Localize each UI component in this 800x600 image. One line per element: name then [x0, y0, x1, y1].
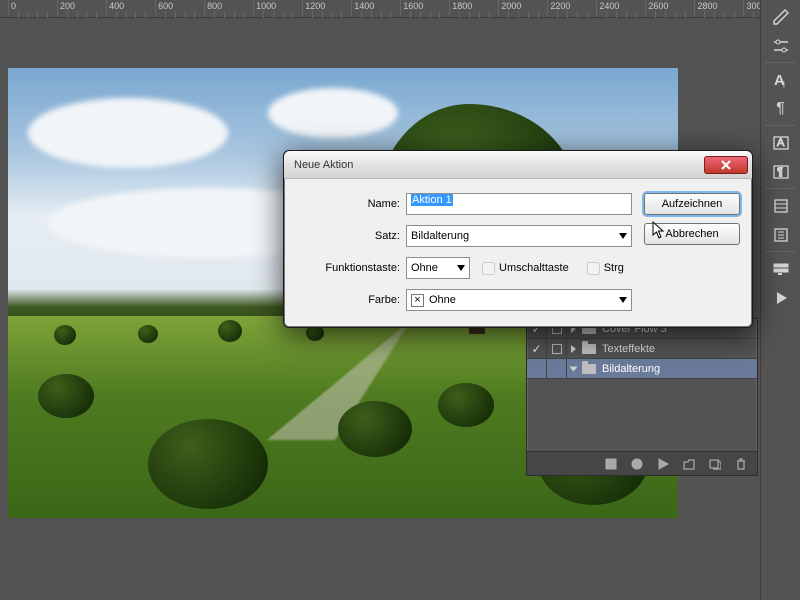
stop-icon[interactable]: [605, 458, 617, 470]
color-label: Farbe:: [296, 294, 406, 306]
right-panel-strip: A| ¶ A ¶: [760, 0, 800, 600]
new-action-icon[interactable]: [709, 458, 721, 470]
history-panel-icon[interactable]: [767, 194, 795, 218]
character-styles-icon[interactable]: A: [767, 131, 795, 155]
actions-set-row[interactable]: Bildalterung: [527, 359, 757, 379]
name-input[interactable]: Aktion 1: [406, 193, 632, 215]
dialog-titlebar[interactable]: Neue Aktion: [284, 151, 752, 179]
paragraph-panel-icon[interactable]: ¶: [767, 97, 795, 121]
disclosure-triangle-icon[interactable]: [571, 345, 576, 353]
record-icon[interactable]: [631, 458, 643, 470]
name-label: Name:: [296, 198, 406, 210]
record-button[interactable]: Aufzeichnen: [644, 193, 740, 215]
play-action-icon[interactable]: [657, 458, 669, 470]
svg-text:A: A: [777, 137, 785, 149]
fkey-combobox[interactable]: Ohne: [406, 257, 470, 279]
paragraph-styles-icon[interactable]: ¶: [767, 160, 795, 184]
actions-set-row[interactable]: Texteffekte: [527, 339, 757, 359]
trash-icon[interactable]: [735, 458, 747, 470]
adjustments-icon[interactable]: [767, 34, 795, 58]
folder-icon: [582, 344, 596, 354]
toggle-checkbox[interactable]: [527, 339, 547, 359]
fkey-label: Funktionstaste:: [296, 262, 406, 274]
play-icon[interactable]: [767, 286, 795, 310]
action-set-label: Bildalterung: [602, 363, 660, 375]
shift-checkbox[interactable]: Umschalttaste: [482, 262, 575, 275]
new-set-icon[interactable]: [683, 458, 695, 470]
ctrl-checkbox[interactable]: Strg: [587, 262, 630, 275]
actions-panel-icon[interactable]: [767, 257, 795, 281]
actions-panel: Cover Flow 3TexteffekteBildalterung: [526, 318, 758, 476]
dialog-toggle[interactable]: [547, 359, 567, 379]
set-label: Satz:: [296, 230, 406, 242]
dialog-toggle[interactable]: [547, 339, 567, 359]
toggle-checkbox[interactable]: [527, 359, 547, 379]
dialog-close-button[interactable]: [704, 156, 748, 174]
folder-icon: [582, 364, 596, 374]
character-panel-icon[interactable]: A|: [767, 68, 795, 92]
set-combobox[interactable]: Bildalterung: [406, 225, 632, 247]
color-combobox[interactable]: ×Ohne: [406, 289, 632, 311]
action-set-label: Texteffekte: [602, 343, 655, 355]
disclosure-triangle-icon[interactable]: [570, 366, 578, 371]
layers-panel-icon[interactable]: [767, 223, 795, 247]
actions-panel-footer: [527, 451, 757, 475]
dialog-title-text: Neue Aktion: [294, 159, 353, 171]
horizontal-ruler: 0200400600800100012001400160018002000220…: [0, 0, 760, 18]
new-action-dialog: Neue Aktion Name: Aktion 1 Satz: Bildalt…: [283, 150, 753, 328]
svg-text:¶: ¶: [777, 166, 783, 178]
brush-presets-icon[interactable]: [767, 5, 795, 29]
cancel-button[interactable]: Abbrechen: [644, 223, 740, 245]
